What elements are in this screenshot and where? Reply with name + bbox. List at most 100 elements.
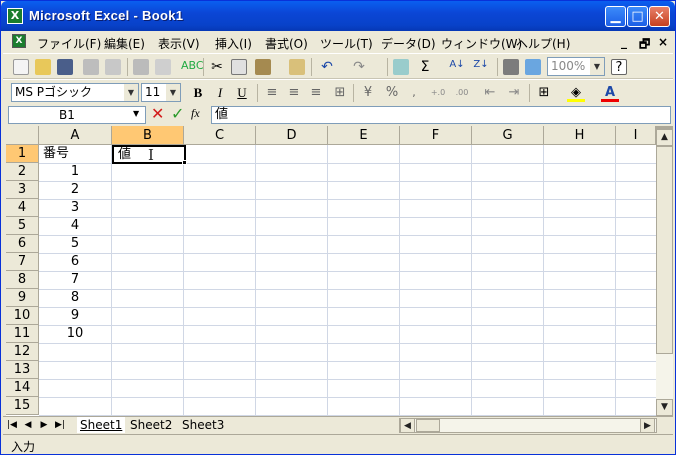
- column-header-h[interactable]: H: [544, 126, 616, 145]
- cell-a2[interactable]: 1: [39, 163, 111, 181]
- vertical-scrollbar[interactable]: ▲ ▼: [656, 126, 673, 416]
- cell-a4[interactable]: 3: [39, 199, 111, 217]
- cell-a1[interactable]: 番号: [43, 145, 69, 163]
- row-header-13[interactable]: 13: [6, 361, 39, 379]
- close-button[interactable]: ✕: [649, 6, 670, 27]
- row-header-6[interactable]: 6: [6, 235, 39, 253]
- menu-insert[interactable]: 挿入(I): [215, 35, 252, 52]
- menu-tools[interactable]: ツール(T): [320, 35, 373, 52]
- maximize-button[interactable]: □: [627, 6, 648, 27]
- comma-style-icon[interactable]: ,: [405, 84, 423, 102]
- prev-sheet-button[interactable]: ◀: [23, 418, 33, 432]
- menu-format[interactable]: 書式(O): [265, 35, 308, 52]
- row-header-12[interactable]: 12: [6, 343, 39, 361]
- hyperlink-icon[interactable]: [393, 59, 409, 75]
- row-header-3[interactable]: 3: [6, 181, 39, 199]
- new-icon[interactable]: [13, 59, 29, 75]
- cell-a6[interactable]: 5: [39, 235, 111, 253]
- row-header-9[interactable]: 9: [6, 289, 39, 307]
- spelling-icon[interactable]: ABC: [181, 59, 204, 75]
- copy-icon[interactable]: [231, 59, 247, 75]
- horizontal-scrollbar[interactable]: ◀ ▶: [399, 418, 657, 433]
- menu-edit[interactable]: 編集(E): [104, 35, 145, 52]
- permission-icon[interactable]: [83, 59, 99, 75]
- cell-a5[interactable]: 4: [39, 217, 111, 235]
- sort-ascending-icon[interactable]: A↓: [449, 59, 465, 75]
- worksheet-grid[interactable]: A B C D E F G H I 1 2 3 4 5 6 7 8 9 10 1…: [6, 126, 656, 416]
- underline-button[interactable]: U: [233, 84, 251, 102]
- chart-wizard-icon[interactable]: [503, 59, 519, 75]
- menu-window[interactable]: ウィンドウ(W): [441, 35, 522, 52]
- cancel-icon[interactable]: ✕: [151, 104, 164, 123]
- insert-function-icon[interactable]: fx: [191, 106, 200, 121]
- column-header-a[interactable]: A: [39, 126, 112, 145]
- chevron-down-icon[interactable]: ▼: [124, 84, 138, 101]
- workbook-minimize-button[interactable]: _: [621, 35, 627, 49]
- horizontal-scroll-thumb[interactable]: [416, 419, 440, 432]
- cell-a7[interactable]: 6: [39, 253, 111, 271]
- menu-file[interactable]: ファイル(F): [37, 35, 101, 52]
- sheet-tab-3[interactable]: Sheet3: [179, 417, 227, 433]
- save-icon[interactable]: [57, 59, 73, 75]
- chevron-down-icon[interactable]: ▼: [133, 109, 139, 118]
- increase-indent-icon[interactable]: ⇥: [505, 84, 523, 102]
- last-sheet-button[interactable]: ▶|: [55, 418, 65, 432]
- menu-help[interactable]: ヘルプ(H): [516, 35, 570, 52]
- autosum-icon[interactable]: Σ: [417, 59, 433, 75]
- cut-icon[interactable]: ✂: [209, 59, 225, 75]
- align-left-icon[interactable]: ≡: [263, 84, 281, 102]
- row-header-7[interactable]: 7: [6, 253, 39, 271]
- fill-color-icon[interactable]: ◈: [567, 84, 585, 102]
- select-all-button[interactable]: [6, 126, 39, 145]
- fill-handle[interactable]: [182, 160, 187, 165]
- print-icon[interactable]: [133, 59, 149, 75]
- scroll-up-button[interactable]: ▲: [656, 129, 673, 146]
- first-sheet-button[interactable]: |◀: [7, 418, 17, 432]
- row-header-11[interactable]: 11: [6, 325, 39, 343]
- name-box[interactable]: B1: [8, 106, 146, 124]
- currency-icon[interactable]: ¥: [359, 84, 377, 102]
- italic-button[interactable]: I: [211, 84, 229, 102]
- align-right-icon[interactable]: ≡: [307, 84, 325, 102]
- cell-a10[interactable]: 9: [39, 307, 111, 325]
- drawing-icon[interactable]: [525, 59, 541, 75]
- column-header-e[interactable]: E: [328, 126, 400, 145]
- menu-data[interactable]: データ(D): [381, 35, 436, 52]
- column-header-g[interactable]: G: [472, 126, 544, 145]
- title-bar[interactable]: X Microsoft Excel - Book1 ▁ □ ✕: [1, 1, 675, 31]
- font-name-select[interactable]: MS Pゴシック ▼: [11, 83, 139, 102]
- bold-button[interactable]: B: [189, 84, 207, 102]
- scroll-right-button[interactable]: ▶: [640, 418, 655, 433]
- borders-icon[interactable]: ⊞: [535, 84, 553, 102]
- scroll-left-button[interactable]: ◀: [400, 418, 415, 433]
- redo-icon[interactable]: ↷: [351, 59, 367, 75]
- print-preview-icon[interactable]: [155, 59, 171, 75]
- cell-a9[interactable]: 8: [39, 289, 111, 307]
- chevron-down-icon[interactable]: ▼: [590, 58, 604, 75]
- row-header-2[interactable]: 2: [6, 163, 39, 181]
- merge-center-icon[interactable]: ⊞: [331, 84, 349, 102]
- decrease-indent-icon[interactable]: ⇤: [481, 84, 499, 102]
- column-header-i[interactable]: I: [616, 126, 656, 145]
- active-cell-b1[interactable]: 値 I: [112, 145, 186, 164]
- cell-a3[interactable]: 2: [39, 181, 111, 199]
- help-icon[interactable]: ?: [611, 59, 627, 75]
- column-header-f[interactable]: F: [400, 126, 472, 145]
- percent-icon[interactable]: %: [383, 84, 401, 102]
- row-header-5[interactable]: 5: [6, 217, 39, 235]
- chevron-down-icon[interactable]: ▼: [166, 84, 180, 101]
- open-icon[interactable]: [35, 59, 51, 75]
- undo-icon[interactable]: ↶: [319, 59, 335, 75]
- decrease-decimal-icon[interactable]: .00: [453, 84, 471, 102]
- sort-descending-icon[interactable]: Z↓: [473, 59, 489, 75]
- email-icon[interactable]: [105, 59, 121, 75]
- column-header-d[interactable]: D: [256, 126, 328, 145]
- cell-a8[interactable]: 7: [39, 271, 111, 289]
- row-header-14[interactable]: 14: [6, 379, 39, 397]
- font-size-select[interactable]: 11 ▼: [141, 83, 181, 102]
- paste-icon[interactable]: [255, 59, 271, 75]
- row-header-15[interactable]: 15: [6, 397, 39, 415]
- cell-a11[interactable]: 10: [39, 325, 111, 343]
- scroll-down-button[interactable]: ▼: [656, 399, 673, 416]
- excel-icon[interactable]: X: [7, 8, 23, 24]
